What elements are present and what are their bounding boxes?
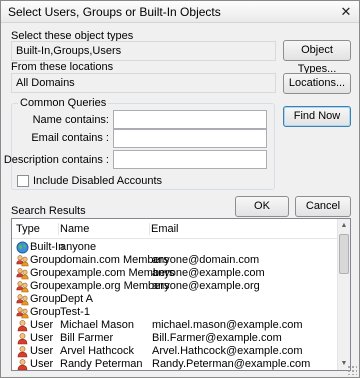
cancel-button[interactable]: Cancel [295,196,351,217]
result-type: User [30,345,54,357]
result-email: anyone@example.com [152,267,265,279]
object-types-value: Built-In,Groups,Users [11,41,276,61]
result-row[interactable]: User Bill Farmer Bill.Farmer@example.com [12,332,338,345]
result-name: Arvel Hathcock [60,345,134,357]
result-name: Michael Mason [60,319,134,331]
group-icon [16,268,29,280]
search-results-list[interactable]: Type Name Email Built-In anyone Group do… [11,218,351,371]
result-email: Arvel.Hathcock@example.com [152,345,303,357]
search-results-label: Search Results [11,205,86,217]
find-now-button[interactable]: Find Now [283,106,351,127]
group-icon [16,255,29,267]
result-row[interactable]: Group example.com Members anyone@example… [12,267,338,280]
result-name: Randy Peterman [60,358,143,370]
resize-grip[interactable] [347,365,357,375]
ok-button[interactable]: OK [235,196,289,217]
result-email: anyone@example.org [152,280,260,292]
description-contains-label: Description contains : [3,154,109,166]
user-icon [17,320,28,332]
result-row[interactable]: Group domain.com Members anyone@domain.c… [12,254,338,267]
result-type: Group [30,254,61,266]
column-header-type[interactable]: Type [16,223,59,235]
result-row[interactable]: User Randy Peterman Randy.Peterman@examp… [12,358,338,370]
column-header-email[interactable]: Email [151,223,338,235]
scroll-up-icon[interactable]: ▲ [338,219,350,232]
group-icon [16,294,29,306]
include-disabled-checkbox[interactable] [17,175,29,187]
user-icon [17,346,28,358]
user-icon [17,359,28,370]
email-contains-field[interactable] [113,129,267,148]
result-type: Group [30,280,61,292]
name-contains-field[interactable] [113,110,267,129]
locations-button[interactable]: Locations... [283,73,351,94]
group-icon [16,307,29,319]
description-contains-field[interactable] [113,150,267,169]
select-objects-dialog: Select Users, Groups or Built-In Objects… [0,0,360,378]
scroll-thumb[interactable] [339,234,349,274]
result-email: michael.mason@example.com [152,319,303,331]
result-row[interactable]: User Arvel Hathcock Arvel.Hathcock@examp… [12,345,338,358]
result-name: Dept A [60,293,94,305]
result-row[interactable]: User Michael Mason michael.mason@example… [12,319,338,332]
result-type: User [30,332,54,344]
group-icon [16,281,29,293]
result-email: Bill.Farmer@example.com [152,332,282,344]
result-name: Test-1 [60,306,90,318]
title-bar[interactable]: Select Users, Groups or Built-In Objects… [1,1,359,23]
result-row[interactable]: Built-In anyone [12,241,338,254]
result-email: anyone@domain.com [152,254,260,266]
close-icon[interactable]: ✕ [339,5,353,19]
column-header-name[interactable]: Name [60,223,150,235]
locations-value: All Domains [11,73,276,93]
result-row[interactable]: Group Test-1 [12,306,338,319]
result-row[interactable]: Group example.org Members anyone@example… [12,280,338,293]
result-type: Group [30,267,61,279]
email-contains-label: Email contains : [31,132,109,144]
include-disabled-label: Include Disabled Accounts [33,175,163,187]
window-title: Select Users, Groups or Built-In Objects [8,5,221,19]
result-row[interactable]: Group Dept A [12,293,338,306]
user-icon [17,333,28,345]
result-type: Group [30,306,61,318]
results-scrollbar[interactable]: ▲ ▼ [337,219,350,370]
locations-label: From these locations [11,61,114,73]
result-name: anyone [60,241,97,253]
name-contains-label: Name contains: [32,114,109,126]
result-email: Randy.Peterman@example.com [152,358,311,370]
object-types-button[interactable]: Object Types... [283,40,351,75]
result-type: User [30,319,54,331]
result-type: User [30,358,54,370]
result-name: Bill Farmer [60,332,114,344]
result-type: Group [30,293,61,305]
globe-icon [16,241,29,254]
results-header: Type Name Email [12,219,338,239]
common-queries-legend: Common Queries [20,97,107,109]
